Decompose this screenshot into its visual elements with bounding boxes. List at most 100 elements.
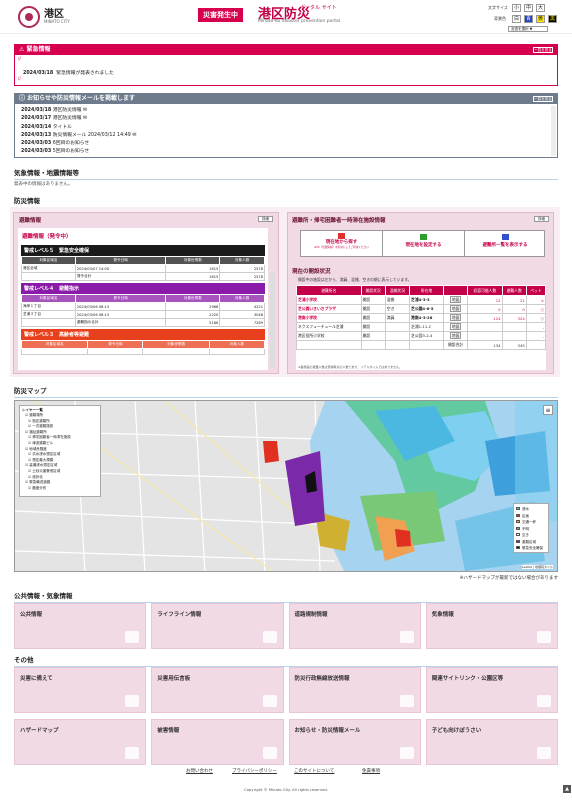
public-heading: 公共情報・気象情報 (14, 590, 558, 603)
evac-table-box: 避難情報（発令中） 警戒レベル５ 緊急安全確保 対象区域名 発令日時 対象世帯数 対象人… (18, 228, 268, 370)
shelter-row[interactable]: ネクスフューチュール芝浦 開設 芝浦1-11-2 地図 - (296, 322, 546, 332)
list-icon (501, 234, 509, 240)
text-size-medium-button[interactable]: 中 (524, 4, 533, 12)
footer-link[interactable]: このサイトについて (294, 768, 334, 774)
map-legend: 浸水 区画 交通一杯 不明 空き 避難区域 緊急安全確保 (513, 503, 549, 553)
card-icon (125, 631, 140, 643)
info-card[interactable]: ハザードマップ (14, 719, 147, 765)
status-title: 現在の開設状況 (292, 269, 331, 275)
layers-icon[interactable]: ≡ (543, 405, 553, 415)
evac-row: 芝浦３丁目 2024/03/06 08:15 2220 3048 (21, 310, 265, 319)
card-icon (537, 695, 551, 707)
info-card[interactable]: 防災行政無線放送情報 (288, 667, 421, 713)
map-link-button[interactable]: 地図 (449, 305, 462, 312)
bg-black-button[interactable]: 黒 (548, 15, 557, 23)
info-card[interactable]: 被害情報 (151, 719, 284, 765)
bg-blue-button[interactable]: 青 (524, 15, 533, 23)
mail-bar: ⓘ お知らせや防災情報メールを掲載します 一覧を見る (15, 94, 557, 104)
footer-link[interactable]: 免責事項 (362, 768, 380, 774)
card-icon (399, 695, 414, 707)
map-link-button[interactable]: 地図 (449, 332, 462, 339)
map-link-button[interactable]: 地図 (449, 296, 462, 303)
ward-name: 港区 (44, 9, 64, 20)
status-note: 開設中の施設は左から、満員、混雑、空きの順に表示しています。 (298, 277, 412, 282)
info-card[interactable]: 気象情報 (425, 603, 558, 649)
shelter-row[interactable]: 芝浦小学校 開設 混雑 芝浦4-3-3 地図 12 21 × (296, 295, 546, 305)
mail-entry[interactable]: 2024/03/03 6回目のお知らせ (21, 140, 541, 148)
evac-level-table: 対象区域名 発令日時 対象世帯数 対象人数 港区全域 2024/03/07 14:00 16… (21, 256, 265, 281)
shelter-row[interactable]: 開設合計 134 345 (296, 340, 546, 350)
info-card[interactable]: ライフライン情報 (151, 603, 284, 649)
shelter-title: 避難所・帰宅困難者一時滞在施設情報 (292, 218, 386, 224)
info-card[interactable]: 災害用伝言板 (151, 667, 284, 713)
shelter-row[interactable]: 芝公園いきいきプラザ 開設 空き 芝公園4-6-5 地図 0 0 ○ (296, 304, 546, 314)
map-disclaimer: ※ハザードマップが最新ではない場合があります (459, 576, 558, 581)
mail-entry[interactable]: 2024/03/17 港区防災情報 ✉ (21, 115, 541, 123)
other-heading: その他 (14, 654, 558, 667)
evac-level-header: 警戒レベル５ 緊急安全確保 (21, 245, 265, 256)
mail-entry[interactable]: 2024/03/14 タイトル (21, 124, 541, 132)
shelter-row[interactable]: 港区役所小学校 開設 芝公園3-2-4 地図 - (296, 331, 546, 341)
shelter-list-button[interactable]: 避難所一覧を表示する (465, 231, 545, 256)
layer-panel[interactable]: レイヤー一覧 ☑ 避難場所 ☑ 指定避難所 ☑ 一次避難施設 ☑ 福祉避難所 ☑ 帰宅困難… (19, 405, 101, 497)
info-card[interactable]: 道路規制情報 (288, 603, 421, 649)
mail-entry[interactable]: 2024/03/18 港区防災情報 ✉ (21, 107, 541, 115)
language-select[interactable]: 言語を選択 ▼ (508, 26, 548, 32)
back-to-top-button[interactable]: ▲ (563, 785, 571, 793)
mail-entry[interactable]: 2024/03/13 防災情報メール 2024/03/12 14:49 ✉ (21, 132, 541, 140)
copyright: Copyright © Minato City. All rights rese… (243, 787, 329, 792)
find-current-location-button[interactable]: 現在地から探す GPS（位置情報）を有効にしてご利用ください (301, 231, 383, 256)
bg-white-button[interactable]: 白 (512, 15, 521, 23)
mail-entry[interactable]: 2024/03/03 5回目のお知らせ (21, 148, 541, 156)
minato-logo-icon[interactable] (18, 6, 40, 28)
evac-title: 避難情報 (19, 218, 42, 224)
mail-title: お知らせや防災情報メールを掲載します (27, 95, 135, 102)
weather-message: 発表中の情報はありません。 (14, 182, 73, 187)
site-header: 港区 MINATO CITY 災害発生中 港区防災 ポータル サイト Minat… (0, 0, 572, 34)
info-card[interactable]: 公共情報 (14, 603, 147, 649)
card-icon (262, 695, 277, 707)
shelter-row[interactable]: 港南小学校 開設 満員 港南4-3-28 地図 124 324 ○ (296, 313, 546, 323)
info-card[interactable]: 関連サイトリンク・公園区等 (425, 667, 558, 713)
bg-yellow-button[interactable]: 黄 (536, 15, 545, 23)
mail-list: 2024/03/18 港区防災情報 ✉ 2024/03/17 港区防災情報 ✉ 20… (21, 107, 541, 157)
mail-more-button[interactable]: 一覧を見る (533, 96, 553, 102)
shelter-pane: 避難所・帰宅困難者一時滞在施設情報 詳細 現在地から探す GPS（位置情報）を有… (287, 212, 554, 374)
map-link-button[interactable]: 地図 (449, 314, 462, 321)
emergency-title: 緊急情報 (26, 46, 51, 53)
mail-section: ⓘ お知らせや防災情報メールを掲載します 一覧を見る 2024/03/18 港区… (14, 93, 558, 158)
evac-detail-button[interactable]: 詳細 (258, 216, 273, 222)
shelter-detail-button[interactable]: 詳細 (534, 216, 549, 222)
info-card[interactable]: お知らせ・防災情報メール (288, 719, 421, 765)
evac-row: 避難指示合計 5186 7269 (21, 318, 265, 327)
evac-level-header: 警戒レベル４ 避難指示 (21, 283, 265, 294)
disaster-mode-button[interactable]: 災害発生中 (198, 8, 243, 22)
site-title-sub: ポータル サイト (300, 5, 337, 11)
info-card[interactable]: 災害に備えて (14, 667, 147, 713)
evac-level-header: 警戒レベル３ 高齢者等避難 (21, 329, 265, 340)
text-size-small-button[interactable]: 小 (512, 4, 521, 12)
evac-pane: 避難情報 詳細 避難情報（発令中） 警戒レベル５ 緊急安全確保 対象区域名 発令日時… (13, 212, 279, 374)
evac-subtitle: 避難情報（発令中） (22, 234, 72, 240)
bousai-map[interactable]: レイヤー一覧 ☑ 避難場所 ☑ 指定避難所 ☑ 一次避難施設 ☑ 福祉避難所 ☑ 帰宅困難… (14, 400, 558, 572)
footer-link[interactable]: お問い合わせ (186, 768, 213, 774)
legend-item: 緊急安全確保 (516, 545, 546, 552)
info-card[interactable]: 子ども向けぼうさい (425, 719, 558, 765)
emergency-more-button[interactable]: 一覧を見る (533, 47, 553, 53)
shelter-actions: 現在地から探す GPS（位置情報）を有効にしてご利用ください 現在地を設定する … (300, 230, 545, 257)
layer-item[interactable]: ☑ 震度分布 (22, 486, 98, 492)
map-attribution[interactable]: Leaflet | 地理院タイル (521, 565, 553, 569)
emergency-entry[interactable]: 2024/03/18 緊急情報が発表されました (23, 69, 114, 76)
card-icon (399, 631, 414, 643)
card-icon (125, 747, 140, 759)
evac-scrollbar[interactable] (270, 273, 275, 367)
footer-link[interactable]: プライバシーポリシー (232, 768, 277, 774)
evac-row (20, 348, 266, 355)
card-icon (399, 747, 414, 759)
evac-row: 発令合計 1615 2578 (21, 272, 265, 281)
mail-scrollbar[interactable] (551, 106, 556, 156)
text-size-large-button[interactable]: 大 (536, 4, 545, 12)
set-current-location-button[interactable]: 現在地を設定する (383, 231, 465, 256)
evac-level-table: 対象区域名 発令日時 対象世帯数 対象人数 (20, 340, 266, 355)
map-link-button[interactable]: 地図 (449, 323, 462, 330)
